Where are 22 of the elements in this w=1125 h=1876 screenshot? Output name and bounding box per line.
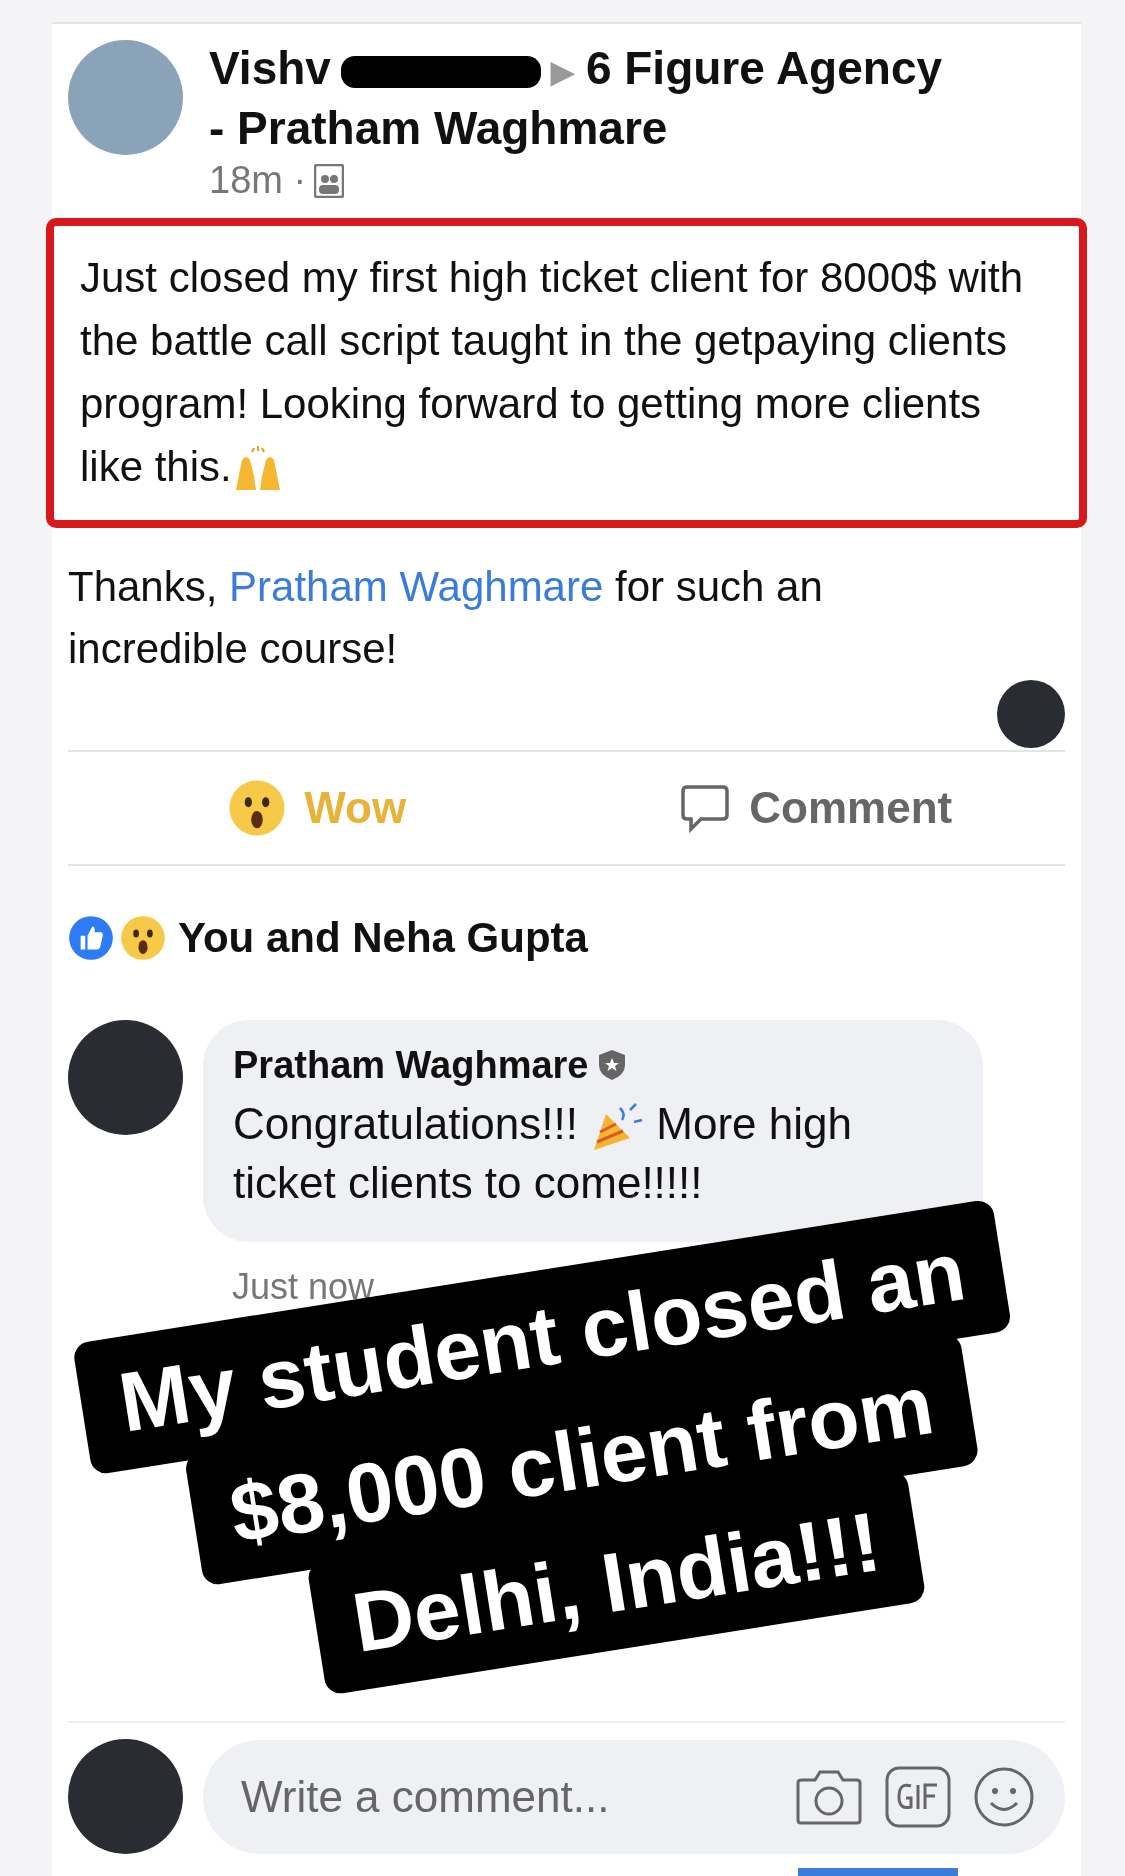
thanks-text: Thanks, Pratham Waghmare for such an incredible course! [68,561,824,674]
group-name[interactable]: - Pratham Waghmare [209,101,668,154]
comment-field[interactable]: Write a comment... [203,1739,1065,1854]
comment-time: Just now [232,1266,375,1309]
gif-icon[interactable] [885,1765,951,1828]
arrow-glyph: ▶ [550,54,574,88]
comment-button[interactable]: Comment [566,751,1065,864]
like-icon [68,914,114,961]
badge-icon [598,1049,627,1082]
author-name[interactable]: Vishv [209,42,331,94]
emoji-icon[interactable] [973,1765,1035,1828]
comment-input[interactable]: Write a comment... [239,1770,773,1823]
group-name[interactable]: 6 Figure Agency [585,42,943,94]
comment-author[interactable]: Pratham Waghmare [233,1043,589,1087]
wow-emoji-icon [228,778,287,837]
group-icon [314,163,345,198]
post-time: 18m · [209,159,307,203]
comment-icon [679,782,732,833]
wow-emoji-icon [120,914,166,961]
mention-link[interactable]: Pratham Waghmare [229,562,604,610]
reactions-summary[interactable]: You and Neha Gupta [178,913,588,962]
highlighted-post-text: Just closed my first high ticket client for 8000$ with the battle call script taught in the getpaying clients program! Looking forward to getting more clients like this. [46,217,1087,528]
